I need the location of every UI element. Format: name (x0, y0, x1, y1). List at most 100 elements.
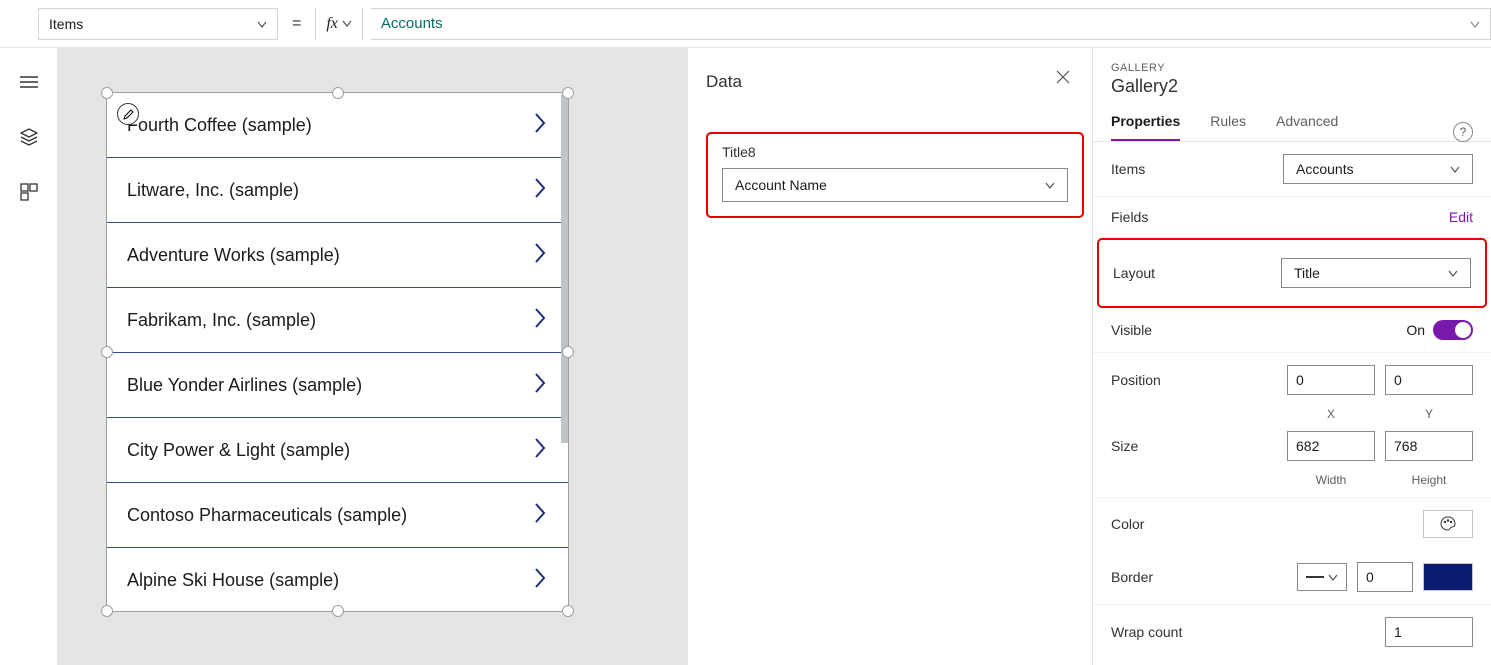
prop-color-label: Color (1111, 516, 1144, 532)
prop-position-y-label: Y (1385, 407, 1473, 421)
chevron-down-icon (1470, 16, 1480, 32)
gallery-item[interactable]: Contoso Pharmaceuticals (sample) (107, 483, 568, 548)
prop-position-row: Position 0 0 (1093, 353, 1491, 407)
prop-layout-select[interactable]: Title (1281, 258, 1471, 288)
prop-position-x-input[interactable]: 0 (1287, 365, 1375, 395)
grid-add-icon[interactable] (19, 182, 39, 202)
prop-border-color-swatch[interactable] (1423, 563, 1473, 591)
help-icon[interactable]: ? (1453, 122, 1473, 142)
gallery-item[interactable]: Litware, Inc. (sample) (107, 158, 568, 223)
gallery-control[interactable]: Fourth Coffee (sample) Litware, Inc. (sa… (106, 92, 569, 612)
prop-layout-label: Layout (1113, 265, 1155, 281)
control-type-label: GALLERY (1111, 62, 1473, 74)
prop-size-width-input[interactable]: 682 (1287, 431, 1375, 461)
gallery-item[interactable]: Adventure Works (sample) (107, 223, 568, 288)
data-panel: Data Title8 Account Name (687, 48, 1092, 665)
control-name: Gallery2 (1111, 76, 1473, 97)
chevron-right-icon (532, 372, 548, 399)
resize-handle[interactable] (332, 605, 344, 617)
chevron-right-icon (532, 242, 548, 269)
gallery-item[interactable]: City Power & Light (sample) (107, 418, 568, 483)
prop-wrapcount-row: Wrap count 1 (1093, 605, 1491, 659)
tab-advanced[interactable]: Advanced (1276, 113, 1338, 141)
chevron-down-icon (1328, 569, 1338, 585)
prop-border-label: Border (1111, 569, 1153, 585)
data-panel-title: Data (706, 72, 1082, 92)
prop-fields-row: Fields Edit (1093, 197, 1491, 238)
prop-size-sublabels: Width Height (1093, 473, 1491, 498)
gallery-item-title: Fourth Coffee (sample) (127, 115, 312, 136)
data-field-label: Title8 (722, 144, 1068, 160)
chevron-right-icon (532, 567, 548, 594)
equals-sign: = (286, 15, 307, 33)
layers-icon[interactable] (19, 127, 39, 147)
formula-text: Accounts (381, 15, 443, 32)
prop-color-swatch[interactable] (1423, 510, 1473, 538)
data-field-value: Account Name (735, 177, 827, 193)
chevron-right-icon (532, 177, 548, 204)
gallery-item-title: Litware, Inc. (sample) (127, 180, 299, 201)
chevron-down-icon (1045, 177, 1055, 193)
gallery-item[interactable]: Blue Yonder Airlines (sample) (107, 353, 568, 418)
tab-rules[interactable]: Rules (1210, 113, 1246, 141)
chevron-right-icon (532, 502, 548, 529)
gallery-item-title: Adventure Works (sample) (127, 245, 340, 266)
close-icon[interactable] (1056, 70, 1070, 87)
gallery-item-title: Alpine Ski House (sample) (127, 570, 339, 591)
edit-pencil-icon[interactable] (117, 103, 139, 125)
prop-size-width-label: Width (1287, 473, 1375, 487)
data-field-select[interactable]: Account Name (722, 168, 1068, 202)
resize-handle[interactable] (101, 346, 113, 358)
resize-handle[interactable] (101, 605, 113, 617)
tab-properties[interactable]: Properties (1111, 113, 1180, 141)
gallery-item-title: City Power & Light (sample) (127, 440, 350, 461)
prop-items-value: Accounts (1296, 161, 1354, 177)
color-picker-icon (1440, 516, 1456, 532)
prop-position-sublabels: X Y (1093, 407, 1491, 431)
prop-wrapcount-input[interactable]: 1 (1385, 617, 1473, 647)
prop-visible-label: Visible (1111, 322, 1152, 338)
chevron-down-icon (257, 16, 267, 32)
prop-size-height-input[interactable]: 768 (1385, 431, 1473, 461)
resize-handle[interactable] (562, 87, 574, 99)
prop-visible-toggle[interactable]: On (1406, 320, 1473, 340)
prop-border-style-select[interactable] (1297, 563, 1347, 591)
resize-handle[interactable] (101, 87, 113, 99)
left-rail (0, 48, 58, 665)
prop-fields-edit-link[interactable]: Edit (1449, 209, 1473, 225)
prop-size-row: Size 682 768 (1093, 431, 1491, 473)
gallery-item-title: Fabrikam, Inc. (sample) (127, 310, 316, 331)
property-tabs: Properties Rules Advanced (1093, 103, 1491, 142)
prop-size-label: Size (1111, 438, 1138, 454)
prop-size-height-label: Height (1385, 473, 1473, 487)
resize-handle[interactable] (562, 605, 574, 617)
prop-visible-row: Visible On (1093, 308, 1491, 353)
prop-items-select[interactable]: Accounts (1283, 154, 1473, 184)
formula-input[interactable]: Accounts (371, 8, 1491, 40)
prop-layout-highlight: Layout Title (1097, 238, 1487, 308)
prop-position-label: Position (1111, 372, 1161, 388)
prop-visible-value: On (1406, 322, 1425, 338)
resize-handle[interactable] (332, 87, 344, 99)
chevron-down-icon (1448, 265, 1458, 281)
resize-handle[interactable] (562, 346, 574, 358)
gallery-item-title: Blue Yonder Airlines (sample) (127, 375, 362, 396)
scrollbar[interactable] (561, 95, 568, 443)
chevron-down-icon (342, 15, 352, 33)
fx-button[interactable]: fx (315, 8, 363, 40)
prop-color-row: Color (1093, 498, 1491, 550)
prop-fields-label: Fields (1111, 209, 1148, 225)
gallery-item[interactable]: Fabrikam, Inc. (sample) (107, 288, 568, 353)
toggle-track (1433, 320, 1473, 340)
prop-border-width-input[interactable]: 0 (1357, 562, 1413, 592)
data-field-highlight: Title8 Account Name (706, 132, 1084, 218)
gallery-items: Fourth Coffee (sample) Litware, Inc. (sa… (107, 93, 568, 611)
prop-position-y-input[interactable]: 0 (1385, 365, 1473, 395)
canvas[interactable]: Fourth Coffee (sample) Litware, Inc. (sa… (58, 48, 687, 665)
gallery-item[interactable]: Alpine Ski House (sample) (107, 548, 568, 611)
gallery-item-title: Contoso Pharmaceuticals (sample) (127, 505, 407, 526)
hamburger-icon[interactable] (19, 72, 39, 92)
property-selector[interactable]: Items (38, 8, 278, 40)
prop-border-row: Border 0 (1093, 550, 1491, 605)
gallery-item[interactable]: Fourth Coffee (sample) (107, 93, 568, 158)
